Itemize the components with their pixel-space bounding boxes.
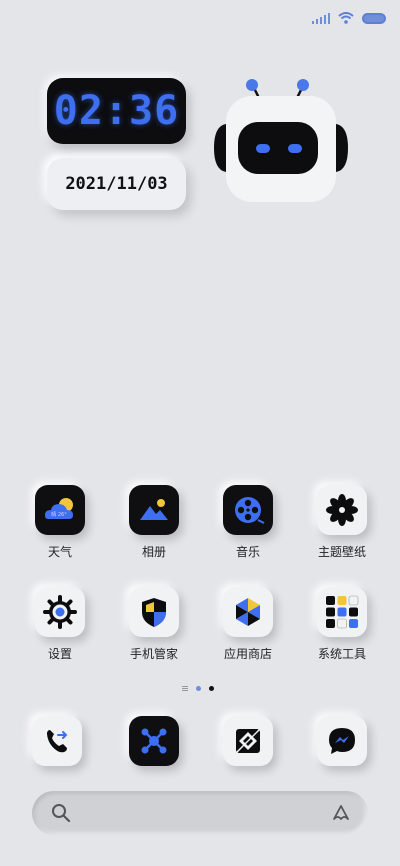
assistant-icon[interactable] [330,802,352,824]
app-music[interactable]: 音乐 [203,485,293,560]
dock-messenger[interactable] [297,716,387,766]
app-label: 系统工具 [317,647,366,661]
app-store-icon [223,587,273,637]
gallery-icon [129,485,179,535]
clock-date[interactable]: 2021/11/03 [47,158,186,210]
music-icon [223,485,273,535]
search-input[interactable] [80,791,316,835]
network-app-icon [129,716,179,766]
clock-time[interactable]: 02:36 [47,78,186,144]
app-settings[interactable]: 设置 [15,587,105,662]
tools-folder-icon [317,587,367,637]
app-label: 应用商店 [223,647,272,661]
app-store[interactable]: 应用商店 [203,587,293,662]
wifi-icon [338,12,354,24]
page-dot[interactable] [196,686,201,691]
app-label: 天气 [47,545,72,559]
app-tools-folder[interactable]: 系统工具 [297,587,387,662]
app-label: 相册 [141,545,166,559]
app-weather[interactable]: 晴 26° 天气 [15,485,105,560]
dock-camera[interactable] [203,716,293,766]
themes-icon [317,485,367,535]
camera-icon [223,716,273,766]
dock-phone[interactable] [12,716,102,766]
page-dot-active[interactable] [209,686,214,691]
settings-icon [35,587,85,637]
dock-network-app[interactable] [109,716,199,766]
page-indicator[interactable] [182,686,214,691]
security-icon [129,587,179,637]
app-label: 设置 [47,647,72,661]
search-icon[interactable] [50,802,72,824]
phone-icon [32,716,82,766]
battery-icon [362,12,386,24]
app-label: 手机管家 [129,647,178,661]
app-security[interactable]: 手机管家 [109,587,199,662]
app-gallery[interactable]: 相册 [109,485,199,560]
app-themes[interactable]: 主题壁纸 [297,485,387,560]
menu-icon [182,686,188,691]
app-label: 音乐 [235,545,260,559]
weather-icon: 晴 26° [35,485,85,535]
status-bar [312,8,386,28]
search-bar[interactable] [32,791,368,835]
signal-icon [312,12,330,24]
messenger-icon [317,716,367,766]
app-label: 主题壁纸 [317,545,366,559]
svg-text:晴 26°: 晴 26° [51,511,67,518]
robot-widget[interactable] [214,78,348,206]
